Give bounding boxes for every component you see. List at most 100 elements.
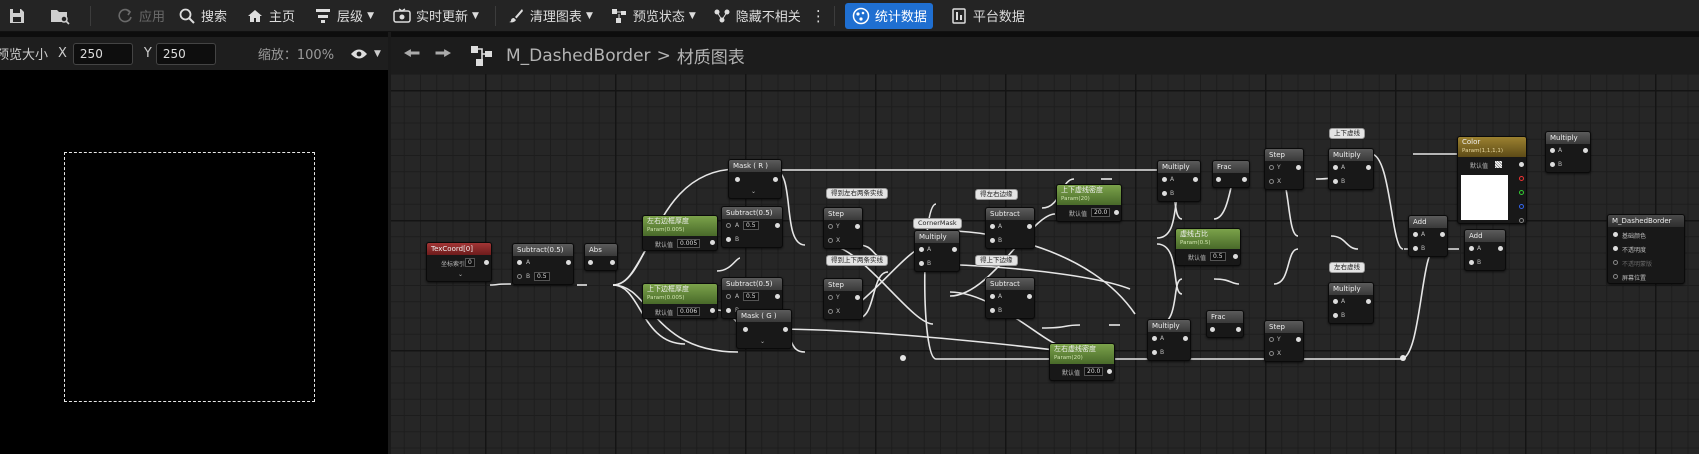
back-arrow-icon[interactable]: 🠘 bbox=[403, 39, 421, 73]
default-value[interactable]: 20.0 bbox=[1084, 367, 1104, 376]
input-pin-opacity[interactable] bbox=[1613, 246, 1618, 251]
input-pin-a[interactable] bbox=[1413, 232, 1418, 237]
input-pin-y[interactable] bbox=[1269, 165, 1274, 170]
node-tb-width-param[interactable]: 上下边框厚度 Param(0.005) 默认值 0.006 bbox=[642, 283, 718, 319]
node-step[interactable]: Step Y X bbox=[823, 207, 863, 249]
node-tb-density-param[interactable]: 上下虚线密度 Param(20) 默认值 20.0 bbox=[1056, 184, 1122, 222]
node-step-lr[interactable]: Step Y X bbox=[1264, 320, 1304, 362]
input-pin-a[interactable] bbox=[1550, 148, 1555, 153]
input-pin-b[interactable] bbox=[990, 308, 995, 313]
output-pin[interactable] bbox=[775, 223, 780, 228]
input-pin-b[interactable] bbox=[1333, 313, 1338, 318]
input-pin-a[interactable] bbox=[919, 247, 924, 252]
node-lr-density-param[interactable]: 左右虚线密度 Param(20) 默认值 20.0 bbox=[1049, 343, 1115, 381]
output-pin[interactable] bbox=[610, 260, 615, 265]
input-pin-a[interactable] bbox=[990, 294, 995, 299]
input-pin-a[interactable] bbox=[990, 224, 995, 229]
input-pin-b[interactable] bbox=[1152, 350, 1157, 355]
chevron-down-icon[interactable]: ⌄ bbox=[458, 271, 463, 278]
input-pin[interactable] bbox=[735, 177, 740, 182]
browse-button[interactable] bbox=[34, 0, 86, 32]
output-pin[interactable] bbox=[1296, 337, 1301, 342]
save-button[interactable] bbox=[0, 0, 34, 32]
input-pin-x[interactable] bbox=[828, 238, 833, 243]
node-subtract-lr[interactable]: Subtract(0.5) A 0.5 B bbox=[721, 206, 783, 248]
output-pin[interactable] bbox=[773, 177, 778, 182]
search-button[interactable]: 搜索 bbox=[171, 0, 233, 32]
input-pin-a[interactable] bbox=[517, 260, 522, 265]
node-abs[interactable]: Abs bbox=[584, 243, 618, 271]
output-pin[interactable] bbox=[1366, 165, 1371, 170]
comment-left-right-solid[interactable]: 得到左右两条实线 bbox=[826, 188, 888, 199]
node-subtract-lr-edge[interactable]: Subtract A B bbox=[985, 207, 1035, 249]
reroute-node[interactable] bbox=[1400, 355, 1406, 361]
output-pin[interactable] bbox=[1296, 165, 1301, 170]
input-pin-y[interactable] bbox=[1269, 337, 1274, 342]
color-swatch-icon[interactable] bbox=[1495, 161, 1502, 168]
visibility-dropdown[interactable]: ▼ bbox=[350, 48, 381, 60]
input-pin-y[interactable] bbox=[828, 224, 833, 229]
node-material-result[interactable]: M_DashedBorder 基础颜色 不透明度 不透明蒙版 屏幕位置 bbox=[1607, 214, 1685, 284]
coord-index-value[interactable]: 0 bbox=[465, 258, 475, 267]
input-pin-a[interactable] bbox=[1152, 336, 1157, 341]
comment-corner-mask[interactable]: CornerMask bbox=[913, 218, 962, 229]
output-pin[interactable] bbox=[1114, 210, 1119, 215]
node-multiply-lr[interactable]: Multiply A B bbox=[1147, 319, 1191, 361]
default-value[interactable]: 0.5 bbox=[1210, 252, 1226, 261]
chevron-down-icon[interactable]: ⌄ bbox=[760, 338, 765, 345]
input-pin-screen-pos[interactable] bbox=[1613, 274, 1618, 279]
output-pin[interactable] bbox=[1193, 177, 1198, 182]
default-value[interactable]: 20.0 bbox=[1091, 208, 1111, 217]
input-pin-b[interactable] bbox=[1333, 179, 1338, 184]
input-pin[interactable] bbox=[588, 260, 593, 265]
output-pin[interactable] bbox=[484, 260, 489, 265]
node-dash-ratio-param[interactable]: 虚线占比 Param(0.5) 默认值 0.5 bbox=[1175, 228, 1241, 266]
node-frac-lr[interactable]: Frac bbox=[1206, 310, 1244, 338]
output-pin[interactable] bbox=[1027, 294, 1032, 299]
node-mask-g[interactable]: Mask ( G ) ⌄ bbox=[736, 309, 792, 349]
input-pin-b[interactable] bbox=[919, 261, 924, 266]
input-pin-a[interactable] bbox=[1333, 165, 1338, 170]
preview-state-dropdown[interactable]: 预览状态 ▼ bbox=[603, 0, 702, 32]
node-lr-width-param[interactable]: 左右边框厚度 Param(0.005) 默认值 0.005 bbox=[642, 215, 718, 251]
node-step-tb[interactable]: Step Y X bbox=[1264, 148, 1304, 190]
b-value[interactable]: 0.5 bbox=[534, 272, 550, 281]
stats-toggle[interactable]: 统计数据 bbox=[844, 2, 933, 29]
platform-stats-button[interactable]: 平台数据 bbox=[943, 0, 1031, 32]
live-update-dropdown[interactable]: 实时更新 ▼ bbox=[386, 0, 485, 32]
comment-top-bottom-dash[interactable]: 上下虚线 bbox=[1329, 128, 1365, 139]
node-subtract[interactable]: Subtract(0.5) A B 0.5 bbox=[512, 243, 574, 285]
node-multiply-color[interactable]: Multiply A B bbox=[1545, 131, 1591, 173]
input-pin-b[interactable] bbox=[726, 237, 731, 242]
input-pin-b[interactable] bbox=[990, 238, 995, 243]
output-pin[interactable] bbox=[1583, 148, 1588, 153]
output-pin[interactable] bbox=[1242, 177, 1247, 182]
preview-y-input[interactable]: 250 bbox=[155, 42, 216, 65]
node-mask-r[interactable]: Mask ( R ) ⌄ bbox=[728, 159, 782, 199]
node-color-param[interactable]: Color Param(1,1,1,1) 默认值 bbox=[1457, 136, 1527, 224]
node-add-1[interactable]: Add A B bbox=[1408, 215, 1448, 257]
output-pin[interactable] bbox=[1236, 327, 1241, 332]
output-pin-rgb[interactable] bbox=[1519, 162, 1524, 167]
input-pin-b[interactable] bbox=[1413, 246, 1418, 251]
a-value[interactable]: 0.5 bbox=[743, 292, 759, 301]
input-pin-x[interactable] bbox=[1269, 351, 1274, 356]
forward-arrow-icon[interactable]: 🠚 bbox=[435, 39, 453, 73]
input-pin-b[interactable] bbox=[1469, 260, 1474, 265]
apply-button[interactable]: 应用 bbox=[109, 0, 171, 32]
input-pin-opacity-mask[interactable] bbox=[1613, 260, 1618, 265]
node-frac-tb[interactable]: Frac bbox=[1212, 160, 1250, 188]
input-pin-b[interactable] bbox=[726, 308, 731, 313]
output-pin[interactable] bbox=[783, 327, 788, 332]
node-multiply-lr-dash[interactable]: Multiply A B bbox=[1328, 282, 1374, 324]
output-pin[interactable] bbox=[1183, 336, 1188, 341]
output-pin[interactable] bbox=[952, 247, 957, 252]
output-pin[interactable] bbox=[1498, 246, 1503, 251]
input-pin-a[interactable] bbox=[1333, 299, 1338, 304]
output-pin-a[interactable] bbox=[1519, 218, 1524, 223]
input-pin-b[interactable] bbox=[1162, 191, 1167, 196]
breadcrumb-asset[interactable]: M_DashedBorder bbox=[506, 46, 651, 66]
input-pin-b[interactable] bbox=[1550, 162, 1555, 167]
output-pin[interactable] bbox=[710, 240, 715, 245]
input-pin-base-color[interactable] bbox=[1613, 232, 1618, 237]
